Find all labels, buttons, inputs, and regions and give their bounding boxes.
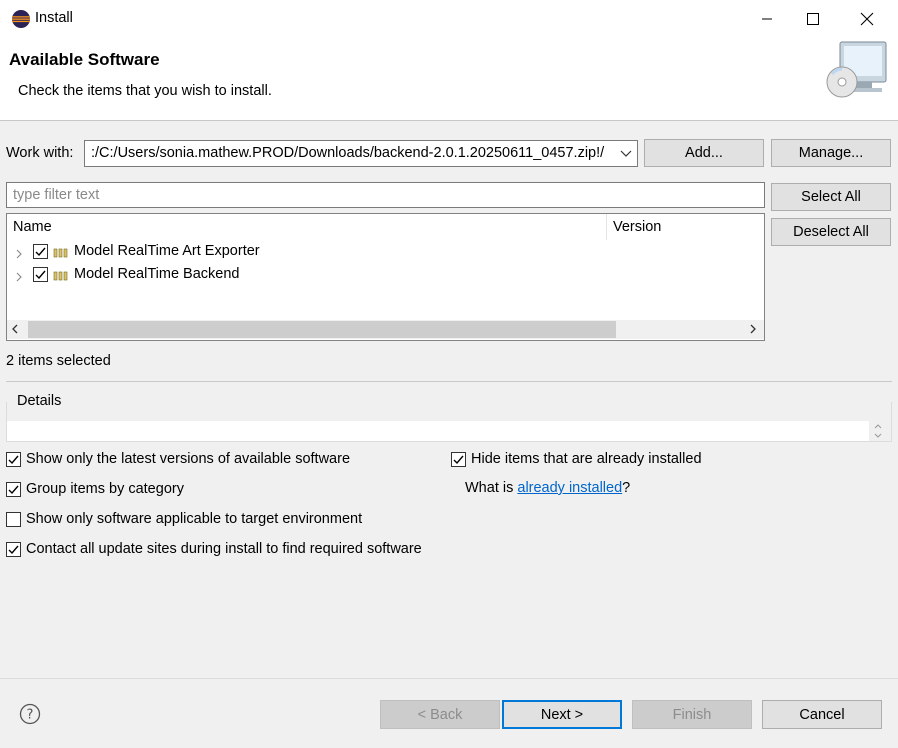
work-with-label: Work with:	[6, 145, 74, 161]
tree-item-label: Model RealTime Art Exporter	[74, 243, 260, 259]
close-icon	[860, 12, 874, 26]
contact-update-sites-checkbox[interactable]	[6, 541, 21, 557]
maximize-icon	[807, 13, 819, 25]
footer-separator	[0, 678, 898, 679]
contact-update-sites-label: Contact all update sites during install …	[26, 541, 422, 557]
filter-placeholder: type filter text	[13, 187, 100, 203]
finish-button[interactable]: Finish	[632, 700, 752, 729]
latest-versions-label: Show only the latest versions of availab…	[26, 451, 351, 467]
back-button[interactable]: < Back	[380, 700, 500, 729]
option-latest-versions[interactable]: Show only the latest versions of availab…	[6, 449, 350, 469]
details-scroll-arrows-icon[interactable]	[872, 421, 884, 441]
tree-item-checkbox[interactable]	[33, 244, 48, 259]
chevron-right-icon[interactable]	[14, 270, 24, 282]
install-wizard-icon	[822, 40, 898, 106]
tree-item-checkbox[interactable]	[33, 267, 48, 282]
help-icon[interactable]: ?	[19, 703, 41, 725]
next-button[interactable]: Next >	[502, 700, 622, 729]
hide-installed-checkbox[interactable]	[451, 451, 466, 467]
selection-status: 2 items selected	[6, 353, 111, 369]
target-environment-label: Show only software applicable to target …	[26, 511, 363, 527]
what-is-installed-text: What is already installed?	[465, 480, 630, 496]
work-with-value: :/C:/Users/sonia.mathew.PROD/Downloads/b…	[91, 145, 605, 161]
page-description: Check the items that you wish to install…	[18, 83, 272, 99]
what-is-prefix: What is	[465, 480, 518, 496]
manage-button[interactable]: Manage...	[771, 139, 891, 167]
separator	[6, 381, 892, 382]
column-header-version[interactable]: Version	[613, 219, 661, 235]
option-contact-update-sites[interactable]: Contact all update sites during install …	[6, 539, 422, 559]
group-by-category-label: Group items by category	[26, 481, 184, 497]
filter-input[interactable]	[6, 182, 765, 208]
scroll-left-icon[interactable]	[8, 322, 22, 336]
svg-text:?: ?	[27, 708, 34, 723]
column-header-name[interactable]: Name	[13, 219, 52, 235]
option-target-environment[interactable]: Show only software applicable to target …	[6, 509, 362, 529]
details-text-area[interactable]	[7, 421, 869, 441]
tree-row[interactable]: Model RealTime Art Exporter	[7, 241, 597, 263]
details-label: Details	[15, 393, 64, 409]
hide-installed-label: Hide items that are already installed	[471, 451, 702, 467]
add-button[interactable]: Add...	[644, 139, 764, 167]
option-group-by-category[interactable]: Group items by category	[6, 479, 184, 499]
group-by-category-checkbox[interactable]	[6, 481, 21, 497]
scroll-right-icon[interactable]	[746, 322, 760, 336]
eclipse-icon	[11, 9, 31, 29]
select-all-button[interactable]: Select All	[771, 183, 891, 211]
chevron-down-icon[interactable]	[619, 146, 633, 160]
feature-icon	[53, 269, 69, 281]
feature-icon	[53, 246, 69, 258]
tree-row[interactable]: Model RealTime Backend	[7, 264, 597, 286]
maximize-button[interactable]	[790, 0, 836, 38]
cancel-button[interactable]: Cancel	[762, 700, 882, 729]
what-is-suffix: ?	[622, 480, 631, 496]
minimize-icon	[762, 18, 772, 20]
close-button[interactable]	[844, 0, 890, 38]
scrollbar-thumb[interactable]	[28, 321, 616, 338]
target-environment-checkbox[interactable]	[6, 511, 21, 527]
tree-item-label: Model RealTime Backend	[74, 266, 240, 282]
deselect-all-button[interactable]: Deselect All	[771, 218, 891, 246]
latest-versions-checkbox[interactable]	[6, 451, 21, 467]
window-title: Install	[35, 10, 73, 26]
chevron-right-icon[interactable]	[14, 247, 24, 259]
page-title: Available Software	[9, 50, 160, 69]
already-installed-link[interactable]: already installed	[517, 480, 622, 496]
minimize-button[interactable]	[744, 0, 790, 38]
column-divider[interactable]	[606, 214, 607, 240]
option-hide-installed[interactable]: Hide items that are already installed	[451, 449, 702, 469]
